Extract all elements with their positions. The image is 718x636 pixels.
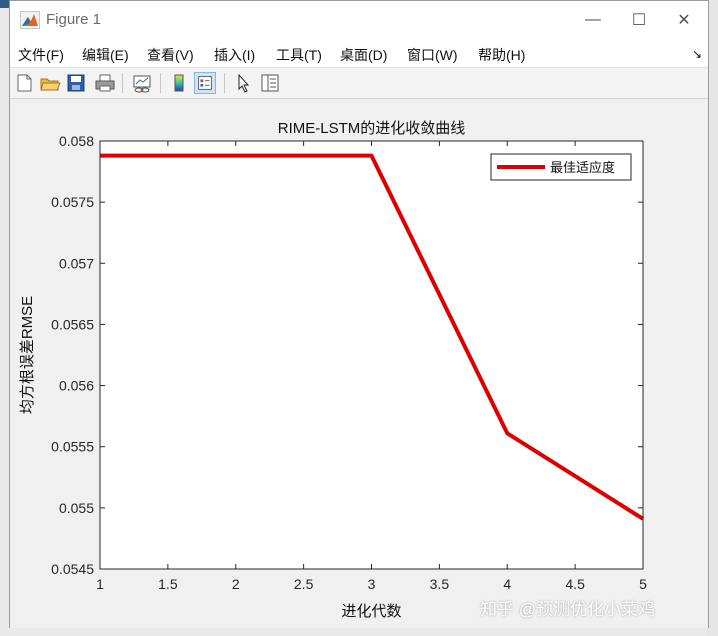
- y-tick-label: 0.058: [59, 133, 94, 149]
- watermark: 知乎 @预测优化小菜鸡: [480, 600, 655, 619]
- toolbar-separator: [122, 73, 123, 93]
- x-tick-label: 5: [639, 576, 647, 592]
- x-tick-label: 4.5: [565, 576, 585, 592]
- title-bar[interactable]: Figure 1 — ☐ ✕: [10, 1, 708, 39]
- new-figure-icon[interactable]: [13, 72, 35, 94]
- x-tick-label: 3: [368, 576, 376, 592]
- menu-bar: 文件(F) 编辑(E) 查看(V) 插入(I) 工具(T) 桌面(D) 窗口(W…: [10, 39, 708, 67]
- open-folder-icon[interactable]: [39, 72, 61, 94]
- x-tick-label: 2: [232, 576, 240, 592]
- menu-desktop[interactable]: 桌面(D): [340, 45, 387, 65]
- legend[interactable]: 最佳适应度: [490, 153, 632, 181]
- close-button[interactable]: ✕: [661, 5, 707, 35]
- figure-canvas[interactable]: 1 1.5 2 2.5 3 3.5 4 4.5 5 0.0545 0.055 0.0555 0.056 0…: [10, 99, 708, 628]
- y-axis-label: 均方根误差RMSE: [19, 296, 36, 414]
- y-tick-label: 0.0555: [51, 439, 94, 455]
- figure-window: Figure 1 — ☐ ✕ 文件(F) 编辑(E) 查看(V) 插入(I) 工…: [9, 0, 709, 628]
- menu-file[interactable]: 文件(F): [18, 45, 64, 65]
- y-tick-label: 0.0575: [51, 194, 94, 210]
- minimize-button[interactable]: —: [570, 5, 616, 35]
- plot-area: [100, 141, 643, 569]
- x-tick-label: 1: [96, 576, 104, 592]
- y-tick-label: 0.0545: [51, 561, 94, 577]
- y-tick-label: 0.057: [59, 255, 94, 271]
- x-tick-label: 2.5: [294, 576, 314, 592]
- legend-icon[interactable]: [194, 72, 216, 94]
- maximize-button[interactable]: ☐: [616, 5, 662, 35]
- x-axis-label: 进化代数: [341, 603, 401, 620]
- menu-edit[interactable]: 编辑(E): [82, 45, 129, 65]
- save-icon[interactable]: [65, 72, 87, 94]
- y-tick-label: 0.056: [59, 378, 94, 394]
- minimize-icon: —: [585, 11, 601, 28]
- y-tick-label: 0.055: [59, 500, 94, 516]
- colorbar-icon[interactable]: [168, 72, 190, 94]
- toolbar-separator: [224, 73, 225, 93]
- close-icon: ✕: [677, 12, 691, 29]
- toolbar-separator: [160, 73, 161, 93]
- chart-title: RIME-LSTM的进化收敛曲线: [278, 120, 466, 137]
- print-icon[interactable]: [94, 72, 116, 94]
- menu-window[interactable]: 窗口(W): [407, 45, 458, 65]
- link-plot-icon[interactable]: [131, 72, 153, 94]
- x-tick-label: 1.5: [158, 576, 178, 592]
- menu-view[interactable]: 查看(V): [147, 45, 194, 65]
- menu-overflow-icon[interactable]: ↘: [692, 47, 702, 61]
- x-tick-label: 4: [503, 576, 511, 592]
- maximize-icon: ☐: [631, 12, 647, 29]
- pointer-icon[interactable]: [233, 72, 255, 94]
- convergence-chart: 1 1.5 2 2.5 3 3.5 4 4.5 5 0.0545 0.055 0.0555 0.056 0…: [19, 120, 647, 620]
- menu-tools[interactable]: 工具(T): [276, 45, 322, 65]
- window-title: Figure 1: [46, 11, 102, 28]
- legend-label: 最佳适应度: [550, 160, 615, 175]
- property-inspector-icon[interactable]: [259, 72, 281, 94]
- y-tick-label: 0.0565: [51, 316, 94, 332]
- menu-insert[interactable]: 插入(I): [214, 45, 255, 65]
- matlab-app-icon: [20, 11, 40, 29]
- menu-help[interactable]: 帮助(H): [478, 45, 525, 65]
- x-tick-label: 3.5: [430, 576, 450, 592]
- toolbar: [10, 67, 708, 99]
